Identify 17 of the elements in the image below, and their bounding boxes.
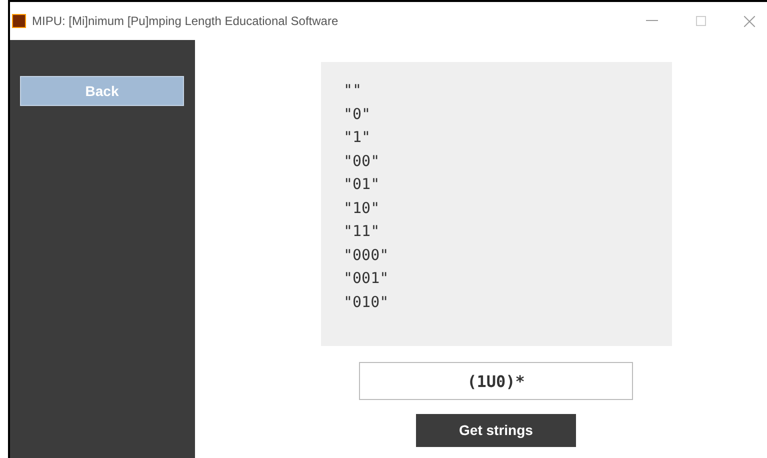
string-item: "0" (344, 104, 371, 124)
string-item: "000" (344, 244, 389, 266)
string-item: "10" (344, 198, 380, 218)
window-title: MIPU: [Mi]nimum [Pu]mping Length Educational Software (32, 13, 338, 30)
app-icon (12, 14, 26, 28)
string-item: "001" (344, 268, 389, 289)
string-item: "01" (344, 174, 380, 195)
minimize-icon[interactable] (646, 20, 658, 22)
string-item: "11" (344, 221, 380, 242)
string-item: "010" (344, 292, 389, 312)
string-item: "00" (344, 150, 380, 172)
get-strings-button[interactable]: Get strings (416, 414, 576, 447)
string-item: "1" (344, 127, 371, 148)
maximize-icon[interactable] (696, 16, 706, 26)
close-icon[interactable] (744, 16, 755, 26)
string-item: "" (344, 80, 362, 101)
expression-field[interactable]: (1U0)* (359, 362, 633, 400)
